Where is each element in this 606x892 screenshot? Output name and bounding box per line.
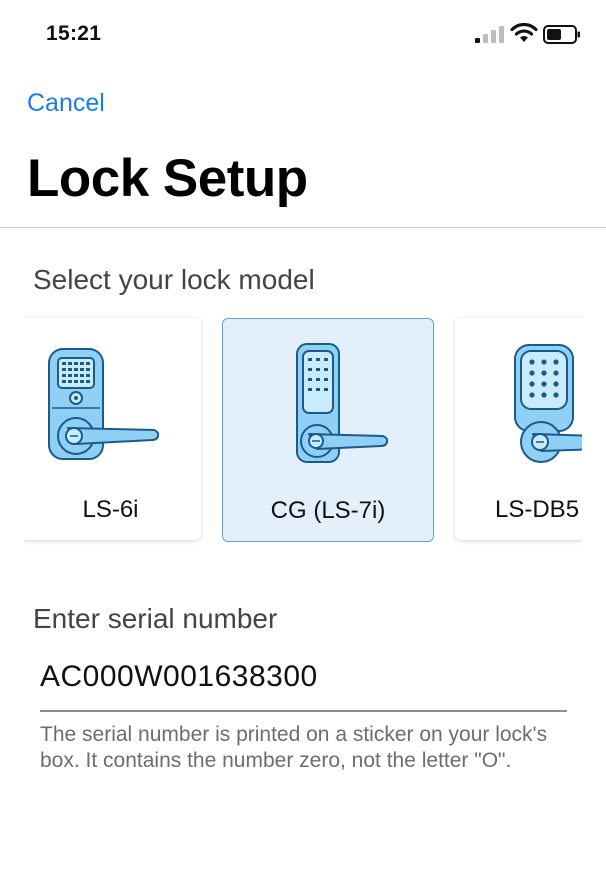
lock-model-card-cg-ls-7i[interactable]: CG (LS-7i) — [222, 318, 434, 542]
serial-input-underline — [40, 710, 567, 712]
wifi-icon — [510, 23, 538, 42]
battery-icon — [543, 25, 580, 44]
lock-model-card-ls-db5[interactable]: LS-DB5 — [455, 318, 582, 540]
cancel-button[interactable]: Cancel — [27, 89, 105, 118]
serial-help-text: The serial number is printed on a sticke… — [40, 723, 548, 772]
lock-cg-ls-7i-icon — [296, 343, 389, 463]
model-section-label: Select your lock model — [33, 264, 315, 295]
lock-ls-db5-icon — [514, 344, 582, 463]
serial-number-input[interactable]: AC000W001638300 — [40, 660, 318, 694]
serial-section-label: Enter serial number — [33, 603, 278, 634]
status-time: 15:21 — [46, 22, 102, 45]
lock-model-carousel[interactable]: LS-6i CG (LS-7i) LS-DB5 — [24, 312, 582, 552]
lock-ls-6i-icon — [48, 348, 160, 460]
header-divider — [0, 227, 606, 228]
status-bar: 15:21 — [0, 0, 606, 70]
lock-model-name: CG (LS-7i) — [270, 497, 386, 524]
cellular-signal-icon — [475, 26, 504, 43]
lock-model-card-ls-6i[interactable]: LS-6i — [24, 318, 201, 540]
lock-model-name: LS-DB5 — [495, 496, 580, 523]
page-title: Lock Setup — [27, 149, 308, 208]
lock-model-name: LS-6i — [82, 496, 139, 523]
